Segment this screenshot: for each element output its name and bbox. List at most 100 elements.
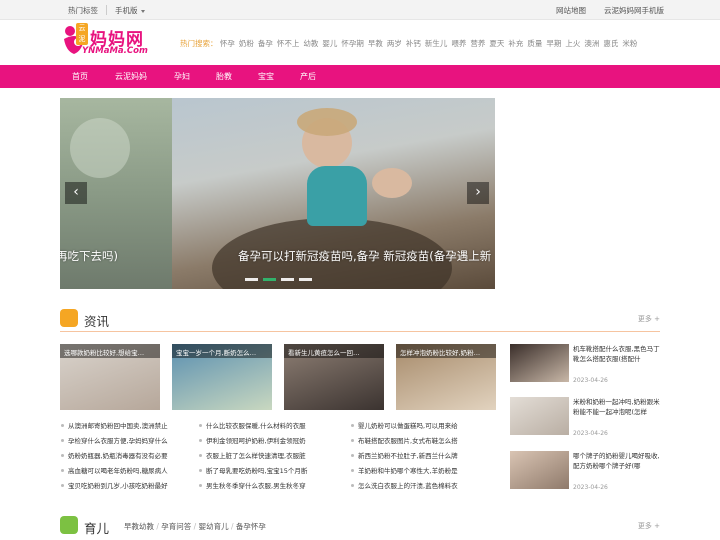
- child-sub-tabs: 早教幼教 / 孕育问答 / 婴幼育儿 / 备孕怀孕: [124, 521, 266, 532]
- hot-keyword-link[interactable]: 幼教: [303, 39, 318, 48]
- mobile-version-dropdown[interactable]: 手机版: [115, 5, 145, 16]
- list-item[interactable]: 怎么洗白衣服上的汗渍,蓝色棉料衣: [350, 480, 492, 495]
- list-item[interactable]: 布鞋搭配衣服图片,女式布鞋怎么搭: [350, 435, 492, 450]
- news-list: 婴儿奶粉可以做蛋糕吗,可以用来给 布鞋搭配衣服图片,女式布鞋怎么搭 新西兰奶粉不拉肚…: [350, 420, 492, 495]
- news-thumbnail[interactable]: 怎样冲泡奶粉比较好,奶粉…: [396, 344, 496, 410]
- sitemap-link[interactable]: 网站地图: [556, 5, 586, 16]
- thumbnail-caption[interactable]: 宝宝一岁一个月,断奶怎么…: [172, 344, 272, 358]
- hot-keyword-link[interactable]: 质量: [527, 39, 542, 48]
- hot-keyword-link[interactable]: 补钙: [406, 39, 421, 48]
- logo-domain: YNMaMa.Com: [82, 46, 148, 56]
- hot-keyword-link[interactable]: 怀孕: [220, 39, 235, 48]
- hot-keyword-link[interactable]: 奶粉: [239, 39, 254, 48]
- image-highlight: [70, 118, 130, 178]
- hot-search-label: 热门搜索：: [180, 39, 218, 48]
- list-item[interactable]: 婴儿奶粉可以做蛋糕吗,可以用来给: [350, 420, 492, 435]
- list-item[interactable]: 衣服上脏了怎么样快速清理,衣服脏: [198, 450, 333, 465]
- side-news-image[interactable]: [510, 451, 569, 489]
- side-news-date: 2023-04-26: [573, 430, 608, 437]
- slide-caption[interactable]: 备孕可以打新冠疫苗吗,备孕 新冠疫苗(备孕遇上新: [238, 248, 491, 264]
- hot-keyword-link[interactable]: 上火: [565, 39, 580, 48]
- hot-keyword-link[interactable]: 喂养: [451, 39, 466, 48]
- list-item[interactable]: 孕检穿什么衣服方便,孕妈妈穿什么: [60, 435, 195, 450]
- hot-keyword-link[interactable]: 两岁: [387, 39, 402, 48]
- child-sub-tab[interactable]: 备孕怀孕: [236, 522, 266, 531]
- child-hair: [297, 108, 357, 136]
- hot-keyword-link[interactable]: 新生儿: [425, 39, 448, 48]
- news-thumbnail[interactable]: 宝宝一岁一个月,断奶怎么…: [172, 344, 272, 410]
- list-item[interactable]: 从澳洲邮寄奶粉回中国卖,澳洲禁止: [60, 420, 195, 435]
- side-news-date: 2023-04-26: [573, 377, 608, 384]
- list-item[interactable]: 断了母乳要吃奶粉吗,宝宝15个月断: [198, 465, 333, 480]
- side-news-item[interactable]: 米粉和奶粉一起冲吗,奶粉跟米粉能不能一起冲泡呢(怎样 2023-04-26: [510, 397, 660, 441]
- hot-search: 热门搜索： 怀孕 奶粉 备孕 怀不上 幼教 婴儿 怀孕期 早教 两岁 补钙 新生儿 喂养 营养 夏天 补充质…: [180, 38, 641, 49]
- hot-keyword-link[interactable]: 备孕: [258, 39, 273, 48]
- hot-keyword-link[interactable]: 惠氏: [603, 39, 618, 48]
- nav-item[interactable]: 首页: [72, 71, 88, 82]
- thumbnail-caption[interactable]: 怎样冲泡奶粉比较好,奶粉…: [396, 344, 496, 358]
- hot-keyword-link[interactable]: 婴儿: [322, 39, 337, 48]
- logo-badge: 云泥: [76, 23, 88, 45]
- news-thumbnail[interactable]: 选哪款奶粉比较好,想给宝…: [60, 344, 160, 410]
- child-shirt: [307, 166, 367, 226]
- site-logo[interactable]: 云泥 妈妈网 YNMaMa.Com: [62, 23, 172, 59]
- hot-keyword-link[interactable]: 澳洲: [584, 39, 599, 48]
- child-sub-tab[interactable]: 孕育问答: [161, 522, 191, 531]
- hot-keyword-link[interactable]: 怀孕期: [341, 39, 364, 48]
- slide-caption-prev[interactable]: 再吃下去吗): [60, 248, 118, 264]
- hot-keyword-link[interactable]: 夏天: [489, 39, 504, 48]
- list-item[interactable]: 男生秋冬季穿什么衣服,男生秋冬穿: [198, 480, 333, 495]
- child-sub-tab[interactable]: 婴幼育儿: [199, 522, 229, 531]
- top-bar: 热门标签 手机版 网站地图 云泥妈妈网手机版: [0, 0, 720, 20]
- chevron-down-icon: [140, 9, 145, 13]
- hot-keyword-link[interactable]: 早期: [546, 39, 561, 48]
- hot-keyword-link[interactable]: 米粉: [622, 39, 637, 48]
- thumbnail-caption[interactable]: 看新生儿黄疸怎么一回…: [284, 344, 384, 358]
- more-link[interactable]: 更多 +: [638, 314, 660, 324]
- hot-keyword-link[interactable]: 补充: [508, 39, 523, 48]
- list-item[interactable]: 新西兰奶粉不拉肚子,新西兰什么牌: [350, 450, 492, 465]
- slider-dot[interactable]: [299, 278, 312, 281]
- news-list: 什么比较衣服保暖,什么材料的衣服 伊利金领冠呵护奶粉,伊利金领冠奶 衣服上脏了怎么样…: [198, 420, 333, 495]
- side-news-item[interactable]: 机车靴搭配什么衣服,黑色马丁靴怎么搭配衣服(搭配什 2023-04-26: [510, 344, 660, 388]
- slider-prev-button[interactable]: ‹: [65, 182, 87, 204]
- slider-next-button[interactable]: ›: [467, 182, 489, 204]
- child-arm: [372, 168, 412, 198]
- side-news-title[interactable]: 米粉和奶粉一起冲吗,奶粉跟米粉能不能一起冲泡呢(怎样: [573, 397, 661, 427]
- list-item[interactable]: 伊利金领冠呵护奶粉,伊利金领冠奶: [198, 435, 333, 450]
- list-item[interactable]: 什么比较衣服保暖,什么材料的衣服: [198, 420, 333, 435]
- slider-dot[interactable]: [245, 278, 258, 281]
- side-news-image[interactable]: [510, 397, 569, 435]
- news-thumbnail[interactable]: 看新生儿黄疸怎么一回…: [284, 344, 384, 410]
- hot-tags-link[interactable]: 热门标签: [68, 5, 98, 16]
- slider-dot[interactable]: [263, 278, 276, 281]
- side-news-image[interactable]: [510, 344, 569, 382]
- side-news-title[interactable]: 机车靴搭配什么衣服,黑色马丁靴怎么搭配衣服(搭配什: [573, 344, 661, 374]
- tab-separator: /: [228, 522, 236, 531]
- hero-slider[interactable]: ‹ › 再吃下去吗) 备孕可以打新冠疫苗吗,备孕 新冠疫苗(备孕遇上新: [60, 98, 495, 289]
- nav-item[interactable]: 云泥妈妈: [115, 71, 147, 82]
- news-section-header: 资讯 更多 +: [60, 309, 660, 331]
- thumbnail-caption[interactable]: 选哪款奶粉比较好,想给宝…: [60, 344, 160, 358]
- nav-item[interactable]: 产后: [300, 71, 316, 82]
- nav-item[interactable]: 孕妇: [174, 71, 190, 82]
- hot-keyword-link[interactable]: 怀不上: [277, 39, 300, 48]
- nav-item[interactable]: 宝宝: [258, 71, 274, 82]
- list-item[interactable]: 奶粉奶瓶器,奶瓶消毒器有没有必要: [60, 450, 195, 465]
- side-news-title[interactable]: 哪个牌子的奶粉婴儿喝好吸收,配方奶粉哪个牌子好(哪: [573, 451, 661, 481]
- nav-item[interactable]: 胎教: [216, 71, 232, 82]
- list-item[interactable]: 羊奶粉和牛奶哪个寒性大,羊奶粉是: [350, 465, 492, 480]
- tab-separator: /: [191, 522, 199, 531]
- list-item[interactable]: 宝贝吃奶粉到几岁,小孩吃奶粉最好: [60, 480, 195, 495]
- child-icon: [60, 516, 78, 534]
- mobile-site-link[interactable]: 云泥妈妈网手机版: [604, 5, 664, 16]
- slider-dot[interactable]: [281, 278, 294, 281]
- main-nav: 首页 云泥妈妈 孕妇 胎教 宝宝 产后: [0, 65, 720, 88]
- side-news-item[interactable]: 哪个牌子的奶粉婴儿喝好吸收,配方奶粉哪个牌子好(哪 2023-04-26: [510, 451, 660, 495]
- child-sub-tab[interactable]: 早教幼教: [124, 522, 154, 531]
- hot-keyword-link[interactable]: 营养: [470, 39, 485, 48]
- hot-keyword-link[interactable]: 早教: [368, 39, 383, 48]
- divider: [106, 5, 107, 15]
- list-item[interactable]: 高血糖可以喝老年奶粉吗,糖尿病人: [60, 465, 195, 480]
- more-link[interactable]: 更多 +: [638, 521, 660, 531]
